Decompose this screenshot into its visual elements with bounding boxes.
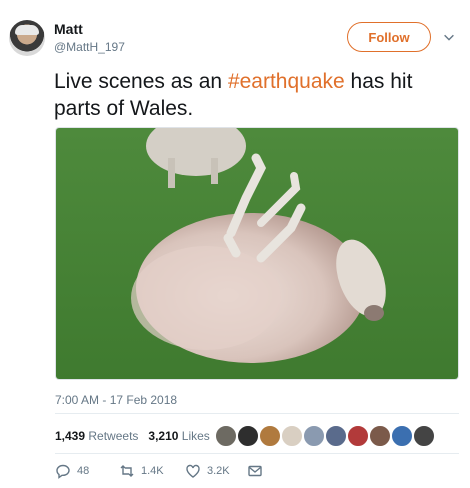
heart-icon [186, 464, 200, 478]
retweet-icon [120, 465, 134, 477]
retweets-stat[interactable]: 1,439 Retweets [55, 429, 138, 443]
avatar[interactable] [237, 425, 259, 447]
envelope-icon [248, 465, 262, 477]
hashtag-link[interactable]: #earthquake [228, 70, 345, 93]
avatar[interactable] [413, 425, 435, 447]
author-handle[interactable]: @MattH_197 [54, 40, 125, 54]
likes-stat[interactable]: 3,210 Likes [148, 429, 209, 443]
retweet-button[interactable]: 1.4K [119, 463, 164, 479]
avatar[interactable] [325, 425, 347, 447]
avatar[interactable] [391, 425, 413, 447]
chevron-down-icon[interactable] [442, 30, 456, 44]
avatar[interactable] [281, 425, 303, 447]
divider [55, 453, 459, 454]
avatar[interactable] [369, 425, 391, 447]
tweet-text: Live scenes as an #earthquake has hit pa… [54, 68, 454, 122]
retweet-count: 1.4K [141, 465, 164, 477]
reply-count: 48 [77, 465, 90, 477]
tweet-card: Matt @MattH_197 Follow Live scenes as an… [0, 0, 470, 488]
retweets-label: Retweets [88, 429, 139, 443]
divider [55, 413, 459, 414]
like-button[interactable]: 3.2K [185, 463, 230, 479]
likes-label: Likes [181, 429, 210, 443]
avatar[interactable] [347, 425, 369, 447]
avatar[interactable] [215, 425, 237, 447]
author-name[interactable]: Matt [54, 21, 83, 37]
message-button[interactable] [247, 463, 263, 479]
media-image [56, 128, 458, 379]
tweet-actions: 48 1.4K 3.2K [55, 463, 285, 481]
tweet-media-video[interactable] [55, 127, 459, 380]
tweet-timestamp[interactable]: 7:00 AM - 17 Feb 2018 [55, 393, 177, 407]
engagement-stats: 1,439 Retweets 3,210 Likes [55, 429, 210, 443]
reply-button[interactable]: 48 [55, 463, 89, 479]
avatar[interactable] [9, 20, 45, 56]
avatar[interactable] [303, 425, 325, 447]
like-count: 3.2K [207, 465, 230, 477]
tweet-text-start: Live scenes as an [54, 70, 228, 93]
avatar[interactable] [259, 425, 281, 447]
retweets-count: 1,439 [55, 429, 86, 443]
reply-icon [56, 464, 70, 479]
likes-count: 3,210 [148, 429, 179, 443]
follow-button[interactable]: Follow [347, 22, 431, 52]
